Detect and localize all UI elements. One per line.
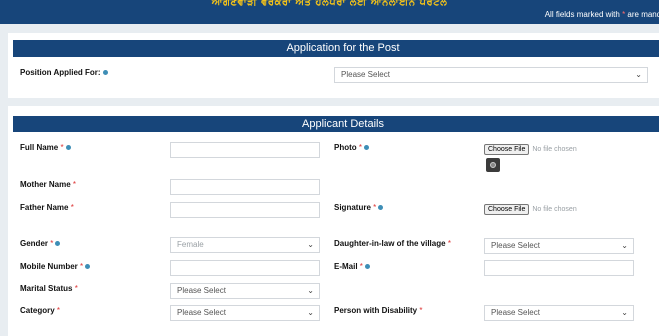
father-name-label: Father Name * bbox=[20, 203, 74, 212]
mobile-number-label: Mobile Number * bbox=[20, 262, 91, 271]
category-select[interactable]: Please Select ⌄ bbox=[170, 305, 320, 321]
signature-file-input[interactable]: Choose File No file chosen bbox=[484, 204, 577, 215]
full-name-label: Full Name * bbox=[20, 143, 71, 152]
disability-select[interactable]: Please Select ⌄ bbox=[484, 305, 634, 321]
signature-file-status: No file chosen bbox=[532, 206, 577, 213]
full-name-input[interactable] bbox=[170, 142, 320, 158]
info-icon bbox=[85, 264, 91, 270]
info-icon bbox=[364, 145, 370, 151]
marital-status-label: Marital Status * bbox=[20, 284, 78, 293]
applicant-heading: Applicant Details bbox=[13, 116, 659, 132]
chevron-down-icon: ⌄ bbox=[621, 241, 628, 250]
portal-title: ਆਂਗਣਵਾੜੀ ਵਰਕਰਾਂ ਅਤੇ ਹੈਲਪਰਾਂ ਲਈ ਆਨਲਾਈਨ ਪੋ… bbox=[211, 0, 448, 8]
photo-choose-file-button[interactable]: Choose File bbox=[484, 144, 530, 155]
mother-name-label: Mother Name * bbox=[20, 180, 77, 189]
applicant-card: Applicant Details Full Name * Photo * Ch… bbox=[8, 106, 659, 336]
info-icon bbox=[364, 264, 370, 270]
chevron-down-icon: ⌄ bbox=[307, 286, 314, 295]
chevron-down-icon: ⌄ bbox=[635, 70, 642, 79]
daughter-in-law-label: Daughter-in-law of the village * bbox=[334, 239, 451, 248]
position-label: Position Applied For: bbox=[20, 68, 108, 77]
father-name-input[interactable] bbox=[170, 202, 320, 218]
mandatory-note: All fields marked with * are mandatory bbox=[545, 10, 659, 19]
email-label: E-Mail * bbox=[334, 262, 370, 271]
signature-label: Signature * bbox=[334, 203, 384, 212]
info-icon bbox=[378, 205, 384, 211]
chevron-down-icon: ⌄ bbox=[621, 308, 628, 317]
disability-label: Person with Disability * bbox=[334, 306, 423, 315]
chevron-down-icon: ⌄ bbox=[307, 308, 314, 317]
photo-file-input[interactable]: Choose File No file chosen bbox=[484, 144, 577, 155]
mandatory-note-suffix: are mandatory bbox=[627, 10, 659, 19]
marital-status-select[interactable]: Please Select ⌄ bbox=[170, 283, 320, 299]
email-input[interactable] bbox=[484, 260, 634, 276]
photo-label: Photo * bbox=[334, 143, 370, 152]
top-banner: ਆਂਗਣਵਾੜੀ ਵਰਕਰਾਂ ਅਤੇ ਹੈਲਪਰਾਂ ਲਈ ਆਨਲਾਈਨ ਪੋ… bbox=[0, 0, 659, 24]
position-select[interactable]: Please Select ⌄ bbox=[334, 67, 648, 83]
mobile-number-input[interactable] bbox=[170, 260, 320, 276]
photo-file-status: No file chosen bbox=[532, 146, 577, 153]
daughter-in-law-select[interactable]: Please Select ⌄ bbox=[484, 238, 634, 254]
category-label: Category * bbox=[20, 306, 61, 315]
info-icon bbox=[65, 145, 71, 151]
chevron-down-icon: ⌄ bbox=[307, 240, 314, 249]
gender-select[interactable]: Female ⌄ bbox=[170, 237, 320, 253]
camera-icon[interactable] bbox=[486, 158, 500, 172]
mother-name-input[interactable] bbox=[170, 179, 320, 195]
info-icon bbox=[55, 241, 61, 247]
application-card: Application for the Post Position Applie… bbox=[8, 33, 659, 98]
application-heading: Application for the Post bbox=[13, 40, 659, 57]
info-icon bbox=[102, 70, 108, 76]
signature-choose-file-button[interactable]: Choose File bbox=[484, 204, 530, 215]
mandatory-note-prefix: All fields marked with bbox=[544, 10, 623, 19]
gender-label: Gender * bbox=[20, 239, 61, 248]
